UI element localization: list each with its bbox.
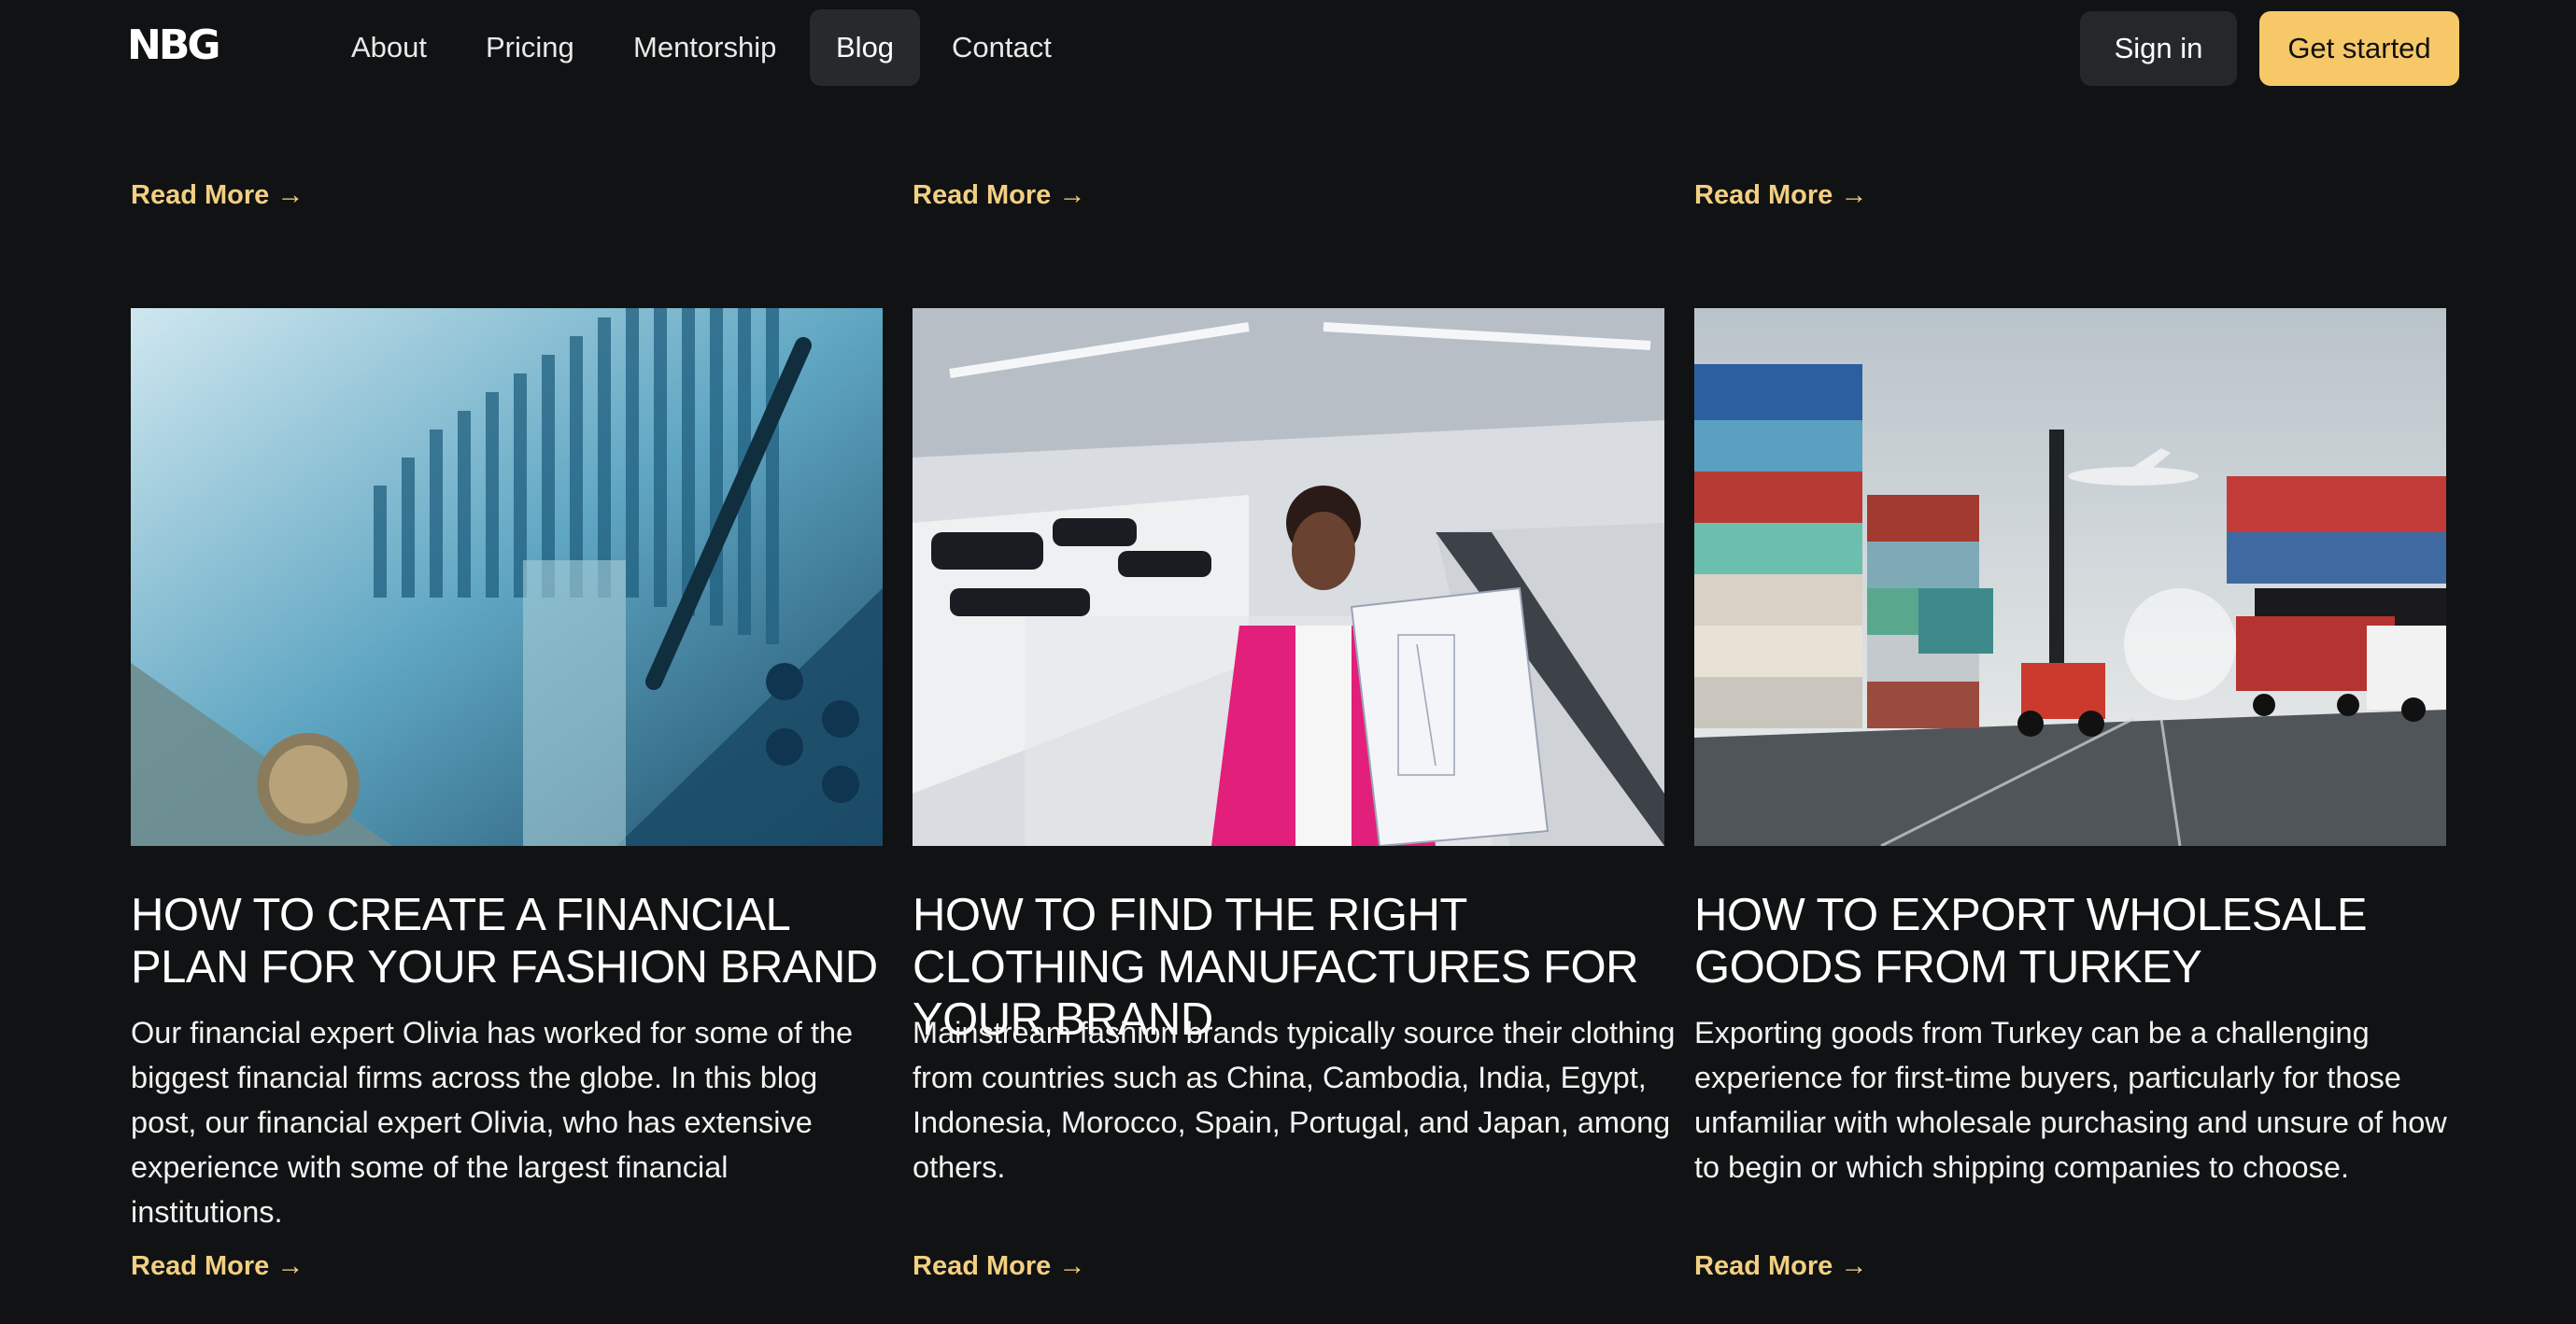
post-title[interactable]: HOW TO EXPORT WHOLESALE GOODS FROM TURKE… bbox=[1694, 889, 2460, 993]
shipping-containers-image[interactable] bbox=[1694, 308, 2446, 846]
get-started-button[interactable]: Get started bbox=[2259, 11, 2459, 86]
nav-item-blog[interactable]: Blog bbox=[810, 9, 921, 86]
read-more-link[interactable]: Read More → bbox=[131, 180, 304, 211]
clothing-factory-image[interactable] bbox=[913, 308, 1664, 846]
top-navigation-bar: NBG About Pricing Mentorship Blog Contac… bbox=[0, 0, 2576, 97]
nav-item-pricing[interactable]: Pricing bbox=[460, 9, 601, 86]
nbg-logo[interactable]: NBG bbox=[127, 24, 220, 67]
nav-item-about[interactable]: About bbox=[325, 9, 453, 86]
read-more-link[interactable]: Read More → bbox=[1694, 1251, 1867, 1282]
post-description: Our financial expert Olivia has worked f… bbox=[131, 1016, 854, 1229]
clothing-factory-illustration bbox=[913, 308, 1664, 846]
finance-charts-image[interactable] bbox=[131, 308, 883, 846]
sign-in-button[interactable]: Sign in bbox=[2080, 11, 2237, 86]
nav-item-contact[interactable]: Contact bbox=[926, 9, 1078, 86]
post-description: Exporting goods from Turkey can be a cha… bbox=[1694, 1016, 2447, 1184]
shipping-containers-illustration bbox=[1694, 308, 2446, 846]
finance-charts-illustration bbox=[131, 308, 883, 846]
read-more-link[interactable]: Read More → bbox=[1694, 180, 1867, 211]
post-title[interactable]: HOW TO CREATE A FINANCIAL PLAN FOR YOUR … bbox=[131, 889, 897, 993]
read-more-link[interactable]: Read More → bbox=[131, 1251, 304, 1282]
read-more-link[interactable]: Read More → bbox=[913, 1251, 1085, 1282]
post-description: Mainstream fashion brands typically sour… bbox=[913, 1016, 1676, 1184]
read-more-link[interactable]: Read More → bbox=[913, 180, 1085, 211]
nav-item-mentorship[interactable]: Mentorship bbox=[607, 9, 802, 86]
